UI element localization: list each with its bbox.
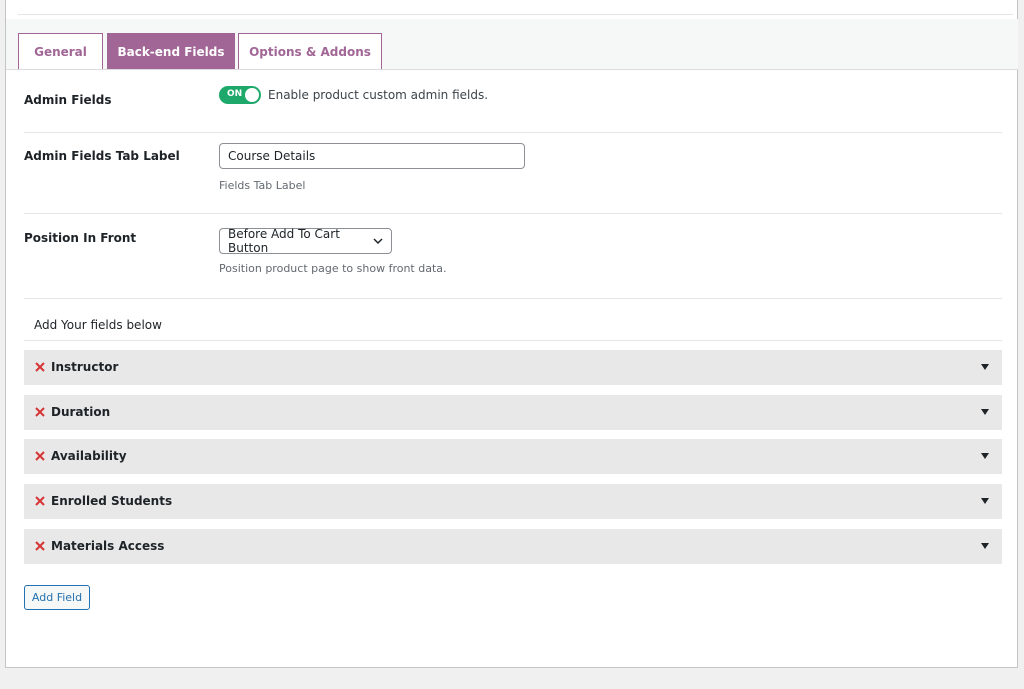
settings-panel: General Back-end Fields Options & Addons… bbox=[5, 0, 1018, 668]
add-field-button[interactable]: Add Field bbox=[24, 585, 90, 610]
caret-down-icon[interactable] bbox=[981, 364, 989, 370]
caret-down-icon[interactable] bbox=[981, 409, 989, 415]
field-item[interactable]: Duration bbox=[24, 395, 1002, 430]
field-name: Instructor bbox=[51, 360, 119, 374]
row-divider bbox=[24, 340, 1002, 341]
toggle-knob bbox=[245, 88, 259, 102]
position-select-value: Before Add To Cart Button bbox=[228, 227, 340, 255]
field-item[interactable]: Enrolled Students bbox=[24, 484, 1002, 519]
field-name: Duration bbox=[51, 405, 111, 419]
toggle-state-text: ON bbox=[227, 89, 243, 99]
tabs-bar: General Back-end Fields Options & Addons bbox=[6, 19, 1018, 70]
row-divider bbox=[24, 213, 1002, 214]
caret-down-icon[interactable] bbox=[981, 543, 989, 549]
field-name: Materials Access bbox=[51, 539, 165, 553]
close-icon[interactable] bbox=[34, 495, 46, 507]
position-label: Position In Front bbox=[24, 231, 137, 245]
field-name: Availability bbox=[51, 449, 127, 463]
tab-options-addons[interactable]: Options & Addons bbox=[238, 33, 382, 69]
field-name: Enrolled Students bbox=[51, 494, 173, 508]
admin-fields-label: Admin Fields bbox=[24, 93, 112, 107]
close-icon[interactable] bbox=[34, 406, 46, 418]
close-icon[interactable] bbox=[34, 361, 46, 373]
fields-intro: Add Your fields below bbox=[34, 318, 162, 332]
close-icon[interactable] bbox=[34, 540, 46, 552]
chevron-down-icon bbox=[373, 237, 383, 244]
admin-fields-toggle[interactable]: ON bbox=[219, 86, 261, 104]
row-divider bbox=[24, 132, 1002, 133]
admin-fields-description: Enable product custom admin fields. bbox=[268, 88, 489, 102]
field-item[interactable]: Materials Access bbox=[24, 529, 1002, 564]
panel-top-divider bbox=[18, 0, 1013, 15]
tab-label-input[interactable] bbox=[219, 143, 525, 169]
tab-back-end-fields[interactable]: Back-end Fields bbox=[107, 33, 235, 69]
tab-label-label: Admin Fields Tab Label bbox=[24, 149, 180, 163]
row-divider bbox=[24, 298, 1002, 299]
tab-label-help: Fields Tab Label bbox=[219, 179, 306, 192]
field-item[interactable]: Instructor bbox=[24, 350, 1002, 385]
position-help: Position product page to show front data… bbox=[219, 262, 447, 275]
close-icon[interactable] bbox=[34, 450, 46, 462]
caret-down-icon[interactable] bbox=[981, 498, 989, 504]
field-item[interactable]: Availability bbox=[24, 439, 1002, 474]
caret-down-icon[interactable] bbox=[981, 453, 989, 459]
position-select[interactable]: Before Add To Cart Button bbox=[219, 227, 392, 255]
tab-general[interactable]: General bbox=[18, 33, 103, 69]
